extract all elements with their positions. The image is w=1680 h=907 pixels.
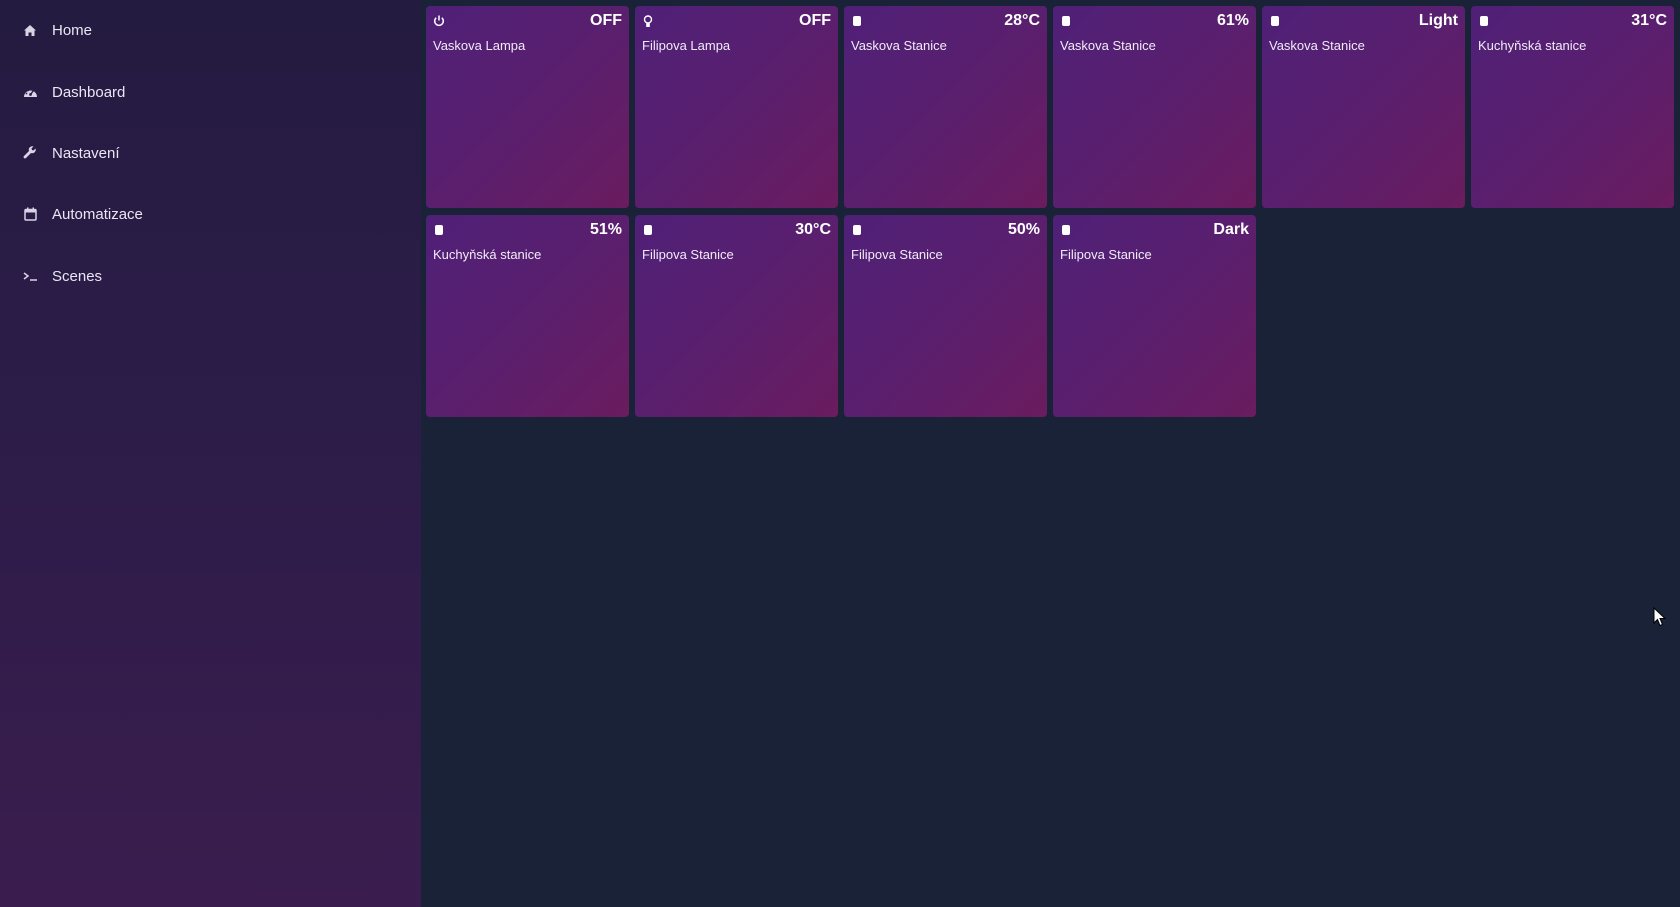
tile-value: 51% [589,221,622,238]
device-tile[interactable]: OFF Filipova Lampa [635,6,838,208]
tile-value: 61% [1216,12,1249,29]
tile-name: Filipova Stanice [1060,247,1152,262]
tile-value: Light [1418,12,1458,29]
tile-name: Filipova Stanice [642,247,734,262]
sidebar-item-dashboard[interactable]: Dashboard [22,77,125,107]
sidebar-item-label: Scenes [52,267,103,285]
sidebar-item-label: Home [52,21,93,39]
tile-value: OFF [590,12,622,29]
tile-value: 31°C [1631,12,1667,29]
device-tile[interactable]: 31°C Kuchyňská stanice [1471,6,1674,208]
device-tile[interactable]: Dark Filipova Stanice [1053,215,1256,417]
terminal-icon [22,268,38,284]
device-tile[interactable]: 28°C Vaskova Stanice [844,6,1047,208]
tile-name: Vaskova Stanice [851,38,947,53]
tile-value: OFF [799,12,831,29]
sidebar-item-automatizace[interactable]: Automatizace [22,199,143,229]
sidebar-item-label: Nastavení [52,144,120,162]
wrench-icon [22,145,38,161]
device-tile[interactable]: 51% Kuchyňská stanice [426,215,629,417]
device-tile[interactable]: 50% Filipova Stanice [844,215,1047,417]
chip-icon [850,223,864,237]
chip-icon [1268,14,1282,28]
tile-name: Kuchyňská stanice [433,247,542,262]
tile-name: Vaskova Stanice [1060,38,1156,53]
chip-icon [641,223,655,237]
chip-icon [850,14,864,28]
sidebar-item-scenes[interactable]: Scenes [22,261,102,291]
device-tile[interactable]: OFF Vaskova Lampa [426,6,629,208]
chip-icon [1059,223,1073,237]
dashboard-icon [22,84,38,100]
tile-name: Vaskova Stanice [1269,38,1365,53]
tile-grid: OFF Vaskova Lampa OFF Filipova Lampa 28°… [421,0,1680,907]
power-icon [432,14,446,28]
app-root: Home Dashboard Nastavení Automatizace Sc… [0,0,1680,907]
tile-name: Filipova Lampa [642,38,731,53]
tile-value: Dark [1213,221,1249,238]
chip-icon [1059,14,1073,28]
tile-value: 30°C [795,221,831,238]
sidebar-item-nastaveni[interactable]: Nastavení [22,138,120,168]
lightbulb-icon [641,14,655,28]
calendar-icon [22,206,38,222]
tile-name: Filipova Stanice [851,247,943,262]
sidebar-item-home[interactable]: Home [22,15,92,45]
device-tile[interactable]: Light Vaskova Stanice [1262,6,1465,208]
chip-icon [432,223,446,237]
device-tile[interactable]: 61% Vaskova Stanice [1053,6,1256,208]
home-icon [22,22,38,38]
tile-name: Kuchyňská stanice [1478,38,1587,53]
sidebar: Home Dashboard Nastavení Automatizace Sc… [0,0,421,907]
mouse-cursor-icon [1653,606,1667,627]
tile-value: 50% [1007,221,1040,238]
sidebar-item-label: Automatizace [52,205,143,223]
chip-icon [1477,14,1491,28]
sidebar-item-label: Dashboard [52,83,126,101]
tile-name: Vaskova Lampa [433,38,526,53]
device-tile[interactable]: 30°C Filipova Stanice [635,215,838,417]
tile-value: 28°C [1004,12,1040,29]
